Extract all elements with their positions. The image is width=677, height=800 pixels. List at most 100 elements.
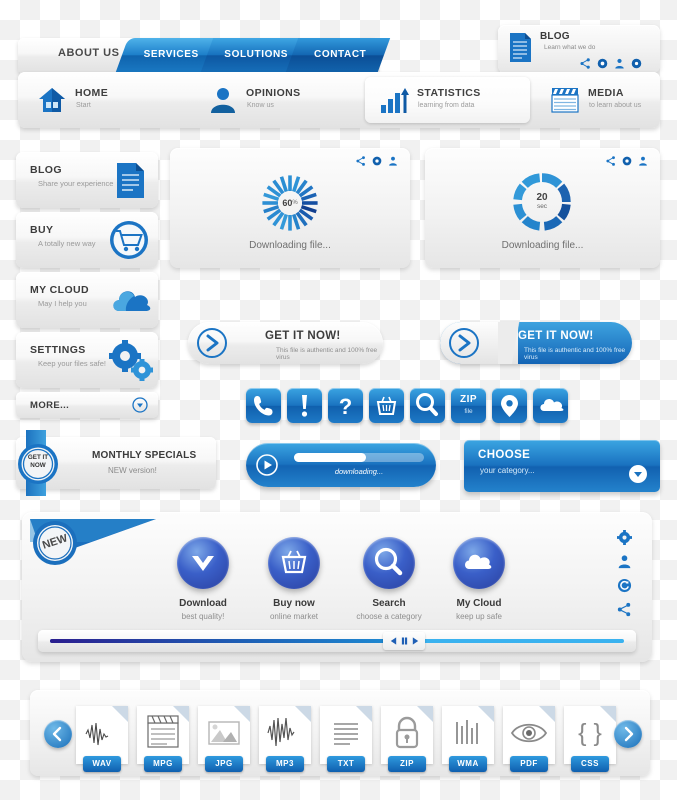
document-icon	[108, 159, 150, 201]
blog-widget-title: BLOG	[540, 31, 570, 42]
sidebar-item-title: BLOG	[30, 164, 62, 176]
menu-item-statistics[interactable]: STATISTICS learning from data	[365, 77, 530, 123]
feature-subtitle: keep up safe	[456, 612, 502, 621]
feature-icon-my-cloud[interactable]	[453, 537, 505, 589]
panel-social-icons	[356, 156, 398, 166]
svg-text:?: ?	[339, 394, 352, 419]
menu-item-title: STATISTICS	[417, 87, 481, 99]
get-it-now-badge[interactable]: GET IT NOW	[17, 443, 59, 485]
file-badge: WMA	[449, 756, 487, 772]
icon-button-search[interactable]	[410, 388, 445, 423]
file-strip-prev-button[interactable]	[44, 720, 72, 748]
menu-item-subtitle: Start	[76, 102, 91, 109]
file-card-mpg[interactable]: MPG	[137, 706, 189, 772]
progress-panel-download-20sec: 20 sec Downloading file...	[425, 148, 660, 268]
file-badge: JPG	[205, 756, 243, 772]
gear-icon[interactable]	[617, 530, 632, 545]
basket-icon	[376, 396, 397, 415]
play-icon[interactable]	[256, 454, 278, 476]
file-strip-next-button[interactable]	[614, 720, 642, 748]
feature-icon-search[interactable]	[363, 537, 415, 589]
feature-title: Buy now	[273, 598, 315, 609]
nav-tab-contact[interactable]: CONTACT	[285, 38, 391, 72]
settings-icon[interactable]	[622, 156, 632, 166]
file-badge: ZIP	[388, 756, 426, 772]
player-track[interactable]	[50, 639, 624, 643]
blog-widget-subtitle: Learn what we do	[544, 44, 596, 51]
page-fold-corner	[417, 706, 433, 722]
menu-item-home[interactable]: HOME Start	[23, 77, 188, 123]
settings-icon[interactable]	[372, 156, 382, 166]
question-icon: ?	[339, 394, 352, 419]
feature-title: My Cloud	[456, 598, 502, 609]
file-card-txt[interactable]: TXT	[320, 706, 372, 772]
prev-icon[interactable]	[389, 636, 398, 646]
blog-widget[interactable]: BLOG Learn what we do	[498, 25, 660, 73]
share-icon[interactable]	[356, 156, 366, 166]
refresh-icon[interactable]	[617, 578, 632, 593]
user-icon[interactable]	[614, 58, 625, 69]
user-icon[interactable]	[617, 554, 632, 569]
chevron-down-icon[interactable]	[628, 464, 648, 484]
icon-button-cloud[interactable]	[533, 388, 568, 423]
icon-button-location[interactable]	[492, 388, 527, 423]
pause-icon[interactable]	[401, 636, 408, 646]
sidebar-item-settings[interactable]: SETTINGS Keep your files safe!	[16, 332, 158, 388]
progress-panel-download-60: 60% Downloading file...	[170, 148, 410, 268]
file-card-zip[interactable]: ZIP	[381, 706, 433, 772]
settings-icon[interactable]	[597, 58, 608, 69]
file-badge: TXT	[327, 756, 365, 772]
download-progress-button[interactable]: downloading...	[246, 443, 436, 487]
sidebar-more-button[interactable]: MORE...	[16, 392, 158, 418]
new-badge: NEW	[32, 520, 78, 566]
gear-icon[interactable]	[631, 58, 642, 69]
menu-item-title: HOME	[75, 87, 109, 99]
icon-button-basket[interactable]	[369, 388, 404, 423]
download-chevron-icon	[192, 556, 214, 571]
file-card-wav[interactable]: WAV	[76, 706, 128, 772]
icon-button-question[interactable]: ?	[328, 388, 363, 423]
search-icon	[416, 393, 438, 416]
icon-button-alert[interactable]	[287, 388, 322, 423]
file-card-mp3[interactable]: MP3	[259, 706, 311, 772]
file-card-wma[interactable]: WMA	[442, 706, 494, 772]
sidebar-item-blog[interactable]: BLOG Share your experience	[16, 152, 158, 208]
feature-side-icons	[617, 530, 632, 617]
alert-icon	[301, 395, 308, 417]
choose-button[interactable]: CHOOSE your category...	[464, 440, 660, 492]
sidebar-item-buy[interactable]: BUY A totally new way	[16, 212, 158, 268]
file-card-pdf[interactable]: PDF	[503, 706, 555, 772]
nav-brand-label[interactable]: ABOUT US	[58, 47, 119, 59]
feature-icon-buy-now[interactable]	[268, 537, 320, 589]
shopping-cart-icon	[108, 219, 150, 261]
panel-social-icons	[606, 156, 648, 166]
progress-value: 60	[282, 198, 293, 208]
cta-subtitle: This file is authentic and 100% free vir…	[276, 347, 378, 361]
share-icon[interactable]	[580, 58, 591, 69]
user-icon[interactable]	[638, 156, 648, 166]
arrow-right-icon	[448, 327, 480, 359]
share-icon[interactable]	[606, 156, 616, 166]
clapperboard-icon	[550, 86, 580, 114]
badge-line2: NOW	[30, 462, 46, 469]
cta-button-blue[interactable]: GET IT NOW! This file is authentic and 1…	[440, 322, 632, 364]
file-card-css[interactable]: { } CSS	[564, 706, 616, 772]
prev-arrow-icon	[52, 726, 62, 742]
chevron-down-icon[interactable]	[132, 397, 148, 413]
sidebar-item-subtitle: May I help you	[38, 299, 87, 308]
feature-icon-download[interactable]	[177, 537, 229, 589]
file-card-jpg[interactable]: JPG	[198, 706, 250, 772]
gears-icon	[108, 339, 153, 381]
play-icon[interactable]	[411, 636, 420, 646]
progress-track[interactable]	[294, 453, 424, 462]
cta-button-light[interactable]: GET IT NOW! This file is authentic and 1…	[188, 322, 383, 364]
menu-item-media[interactable]: MEDIA to learn about us	[536, 77, 677, 123]
choose-subtitle: your category...	[480, 466, 535, 475]
icon-button-phone[interactable]	[246, 388, 281, 423]
icon-button-zip-file[interactable]: ZIP file	[451, 388, 486, 423]
user-icon[interactable]	[388, 156, 398, 166]
sidebar-item-my-cloud[interactable]: MY CLOUD May I help you	[16, 272, 158, 328]
page-fold-corner	[478, 706, 494, 722]
share-icon[interactable]	[617, 602, 632, 617]
menu-item-opinions[interactable]: OPINIONS Know us	[194, 77, 359, 123]
